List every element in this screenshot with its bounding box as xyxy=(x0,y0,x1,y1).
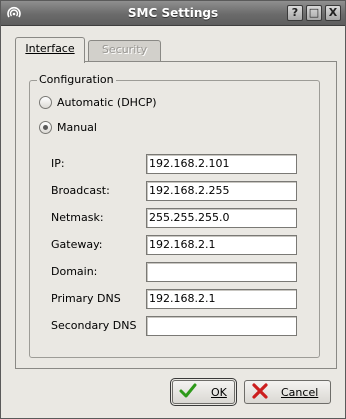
secondary-dns-label: Secondary DNS xyxy=(51,319,137,332)
radio-automatic-dhcp-label: Automatic (DHCP) xyxy=(57,96,157,109)
secondary-dns-input[interactable] xyxy=(146,316,297,336)
domain-input[interactable] xyxy=(146,262,297,282)
tab-security[interactable]: Security xyxy=(88,40,161,61)
radio-manual-indicator[interactable] xyxy=(39,121,52,134)
help-button[interactable]: ? xyxy=(287,5,303,21)
tab-interface-label: Interface xyxy=(25,42,75,55)
broadcast-input[interactable]: 192.168.2.255 xyxy=(146,181,297,201)
close-button[interactable]: X xyxy=(325,5,341,21)
radio-automatic-dhcp-indicator[interactable] xyxy=(39,96,52,109)
ok-button[interactable]: OK xyxy=(170,378,237,406)
tab-security-label: Security xyxy=(101,43,148,56)
cancel-button[interactable]: Cancel xyxy=(244,380,331,404)
radio-manual-label: Manual xyxy=(57,121,97,134)
ip-label: IP: xyxy=(51,157,65,170)
tab-interface[interactable]: Interface xyxy=(15,37,85,63)
title-bar[interactable]: SMC Settings ? □ X xyxy=(1,1,345,26)
cancel-label: Cancel xyxy=(281,385,319,399)
smc-settings-window: SMC Settings ? □ X Interface Security Co… xyxy=(0,0,346,419)
configuration-legend: Configuration xyxy=(37,73,116,86)
radio-automatic-dhcp[interactable]: Automatic (DHCP) xyxy=(39,96,157,109)
netmask-input[interactable]: 255.255.255.0 xyxy=(146,208,297,228)
primary-dns-input[interactable]: 192.168.2.1 xyxy=(146,289,297,309)
ip-input[interactable]: 192.168.2.101 xyxy=(146,154,297,174)
netmask-label: Netmask: xyxy=(51,211,104,224)
broadcast-label: Broadcast: xyxy=(51,184,110,197)
checkmark-icon xyxy=(179,383,197,402)
domain-label: Domain: xyxy=(51,265,98,278)
primary-dns-label: Primary DNS xyxy=(51,292,121,305)
ok-label: OK xyxy=(211,385,227,399)
gateway-input[interactable]: 192.168.2.1 xyxy=(146,235,297,255)
gateway-label: Gateway: xyxy=(51,238,103,251)
radio-manual[interactable]: Manual xyxy=(39,121,97,134)
maximize-button[interactable]: □ xyxy=(306,5,322,21)
cross-icon xyxy=(251,382,269,402)
